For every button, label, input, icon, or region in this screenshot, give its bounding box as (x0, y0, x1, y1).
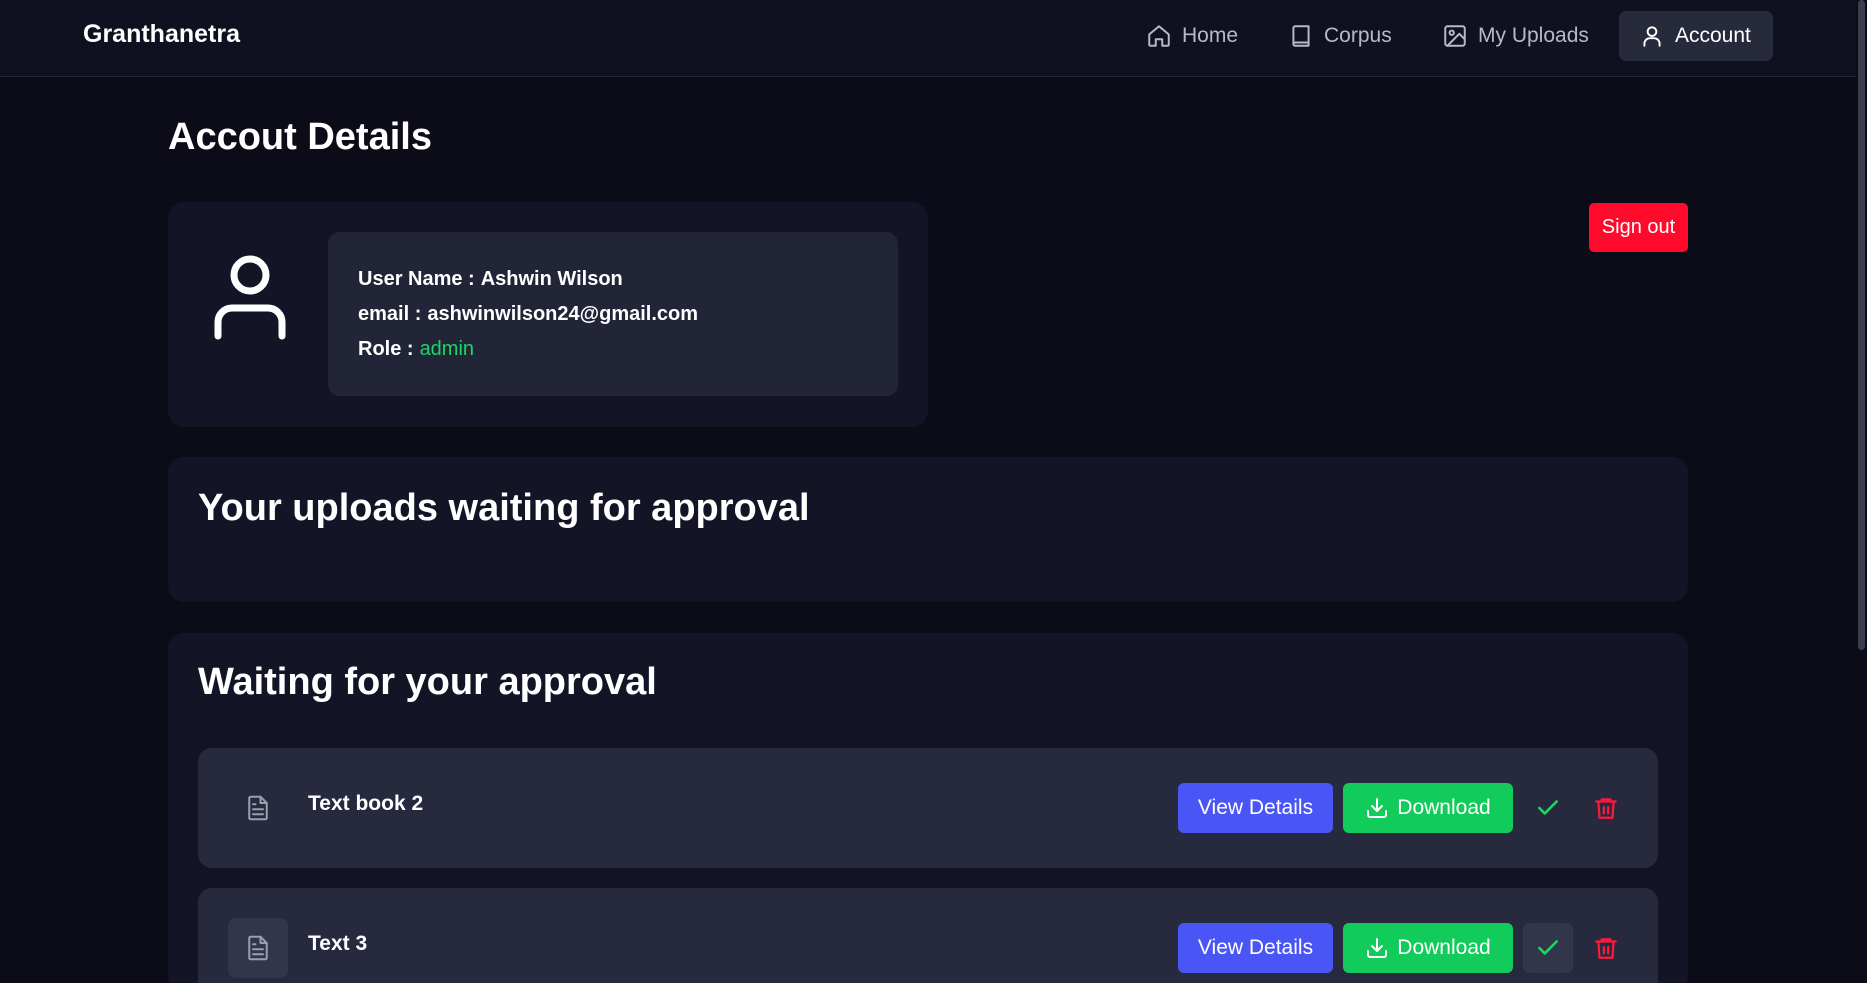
file-text-icon (248, 795, 268, 821)
file-text-icon (248, 935, 268, 961)
home-icon (1148, 25, 1170, 47)
scrollbar-thumb[interactable] (1858, 0, 1865, 650)
role-value: admin (419, 338, 475, 360)
download-label: Download (1397, 796, 1491, 819)
book-icon (1292, 25, 1310, 47)
file-icon-button[interactable] (228, 778, 288, 838)
user-info-box: User Name : Ashwin Wilson email : ashwin… (328, 232, 898, 396)
email-value: ashwinwilson24@gmail.com (427, 303, 699, 325)
file-icon-button[interactable] (228, 918, 288, 978)
view-details-button[interactable]: View Details (1178, 783, 1333, 833)
section-title: Your uploads waiting for approval (198, 487, 810, 529)
nav-item-label: Account (1675, 24, 1751, 47)
user-icon (1643, 26, 1661, 47)
email-label: email : (358, 303, 422, 325)
list-item: Text book 2 View Details Download (198, 748, 1658, 868)
approve-button[interactable] (1523, 923, 1573, 973)
delete-button[interactable] (1581, 923, 1631, 973)
nav-item-account[interactable]: Account (1619, 11, 1773, 61)
role-label: Role : (358, 338, 414, 360)
top-navbar: Granthanetra Home Corpus My Uploads Acco… (0, 0, 1856, 77)
download-icon (1367, 938, 1388, 958)
profile-card: User Name : Ashwin Wilson email : ashwin… (168, 202, 928, 427)
nav-item-label: Corpus (1324, 24, 1392, 47)
sign-out-button[interactable]: Sign out (1589, 203, 1688, 252)
download-label: Download (1397, 936, 1491, 959)
trash-icon (1595, 938, 1617, 959)
download-button[interactable]: Download (1343, 783, 1513, 833)
username-label: User Name : (358, 268, 475, 290)
username-row: User Name : Ashwin Wilson (358, 262, 868, 297)
download-button[interactable]: Download (1343, 923, 1513, 973)
approval-section: Waiting for your approval Text book 2 Vi… (168, 633, 1688, 983)
email-row: email : ashwinwilson24@gmail.com (358, 297, 868, 332)
nav-item-home[interactable]: Home (1126, 11, 1258, 61)
scrollbar[interactable] (1856, 0, 1867, 983)
nav-item-label: My Uploads (1478, 24, 1589, 47)
approve-button[interactable] (1523, 783, 1573, 833)
trash-icon (1595, 798, 1617, 819)
brand-logo[interactable]: Granthanetra (83, 20, 240, 49)
check-icon (1538, 800, 1558, 815)
nav-item-corpus[interactable]: Corpus (1268, 11, 1412, 61)
page-title: Accout Details (168, 116, 432, 158)
uploads-waiting-section: Your uploads waiting for approval (168, 457, 1688, 602)
item-title: Text 3 (308, 932, 368, 955)
list-item: Text 3 View Details Download (198, 888, 1658, 983)
nav-item-label: Home (1182, 24, 1239, 47)
user-avatar-icon (214, 255, 286, 340)
view-details-button[interactable]: View Details (1178, 923, 1333, 973)
nav-item-my-uploads[interactable]: My Uploads (1422, 11, 1609, 61)
check-icon (1538, 940, 1558, 955)
download-icon (1367, 798, 1388, 818)
item-title: Text book 2 (308, 792, 424, 815)
delete-button[interactable] (1581, 783, 1631, 833)
section-title: Waiting for your approval (198, 661, 657, 703)
image-icon (1444, 25, 1466, 47)
username-value: Ashwin Wilson (480, 268, 623, 290)
role-row: Role : admin (358, 332, 868, 367)
